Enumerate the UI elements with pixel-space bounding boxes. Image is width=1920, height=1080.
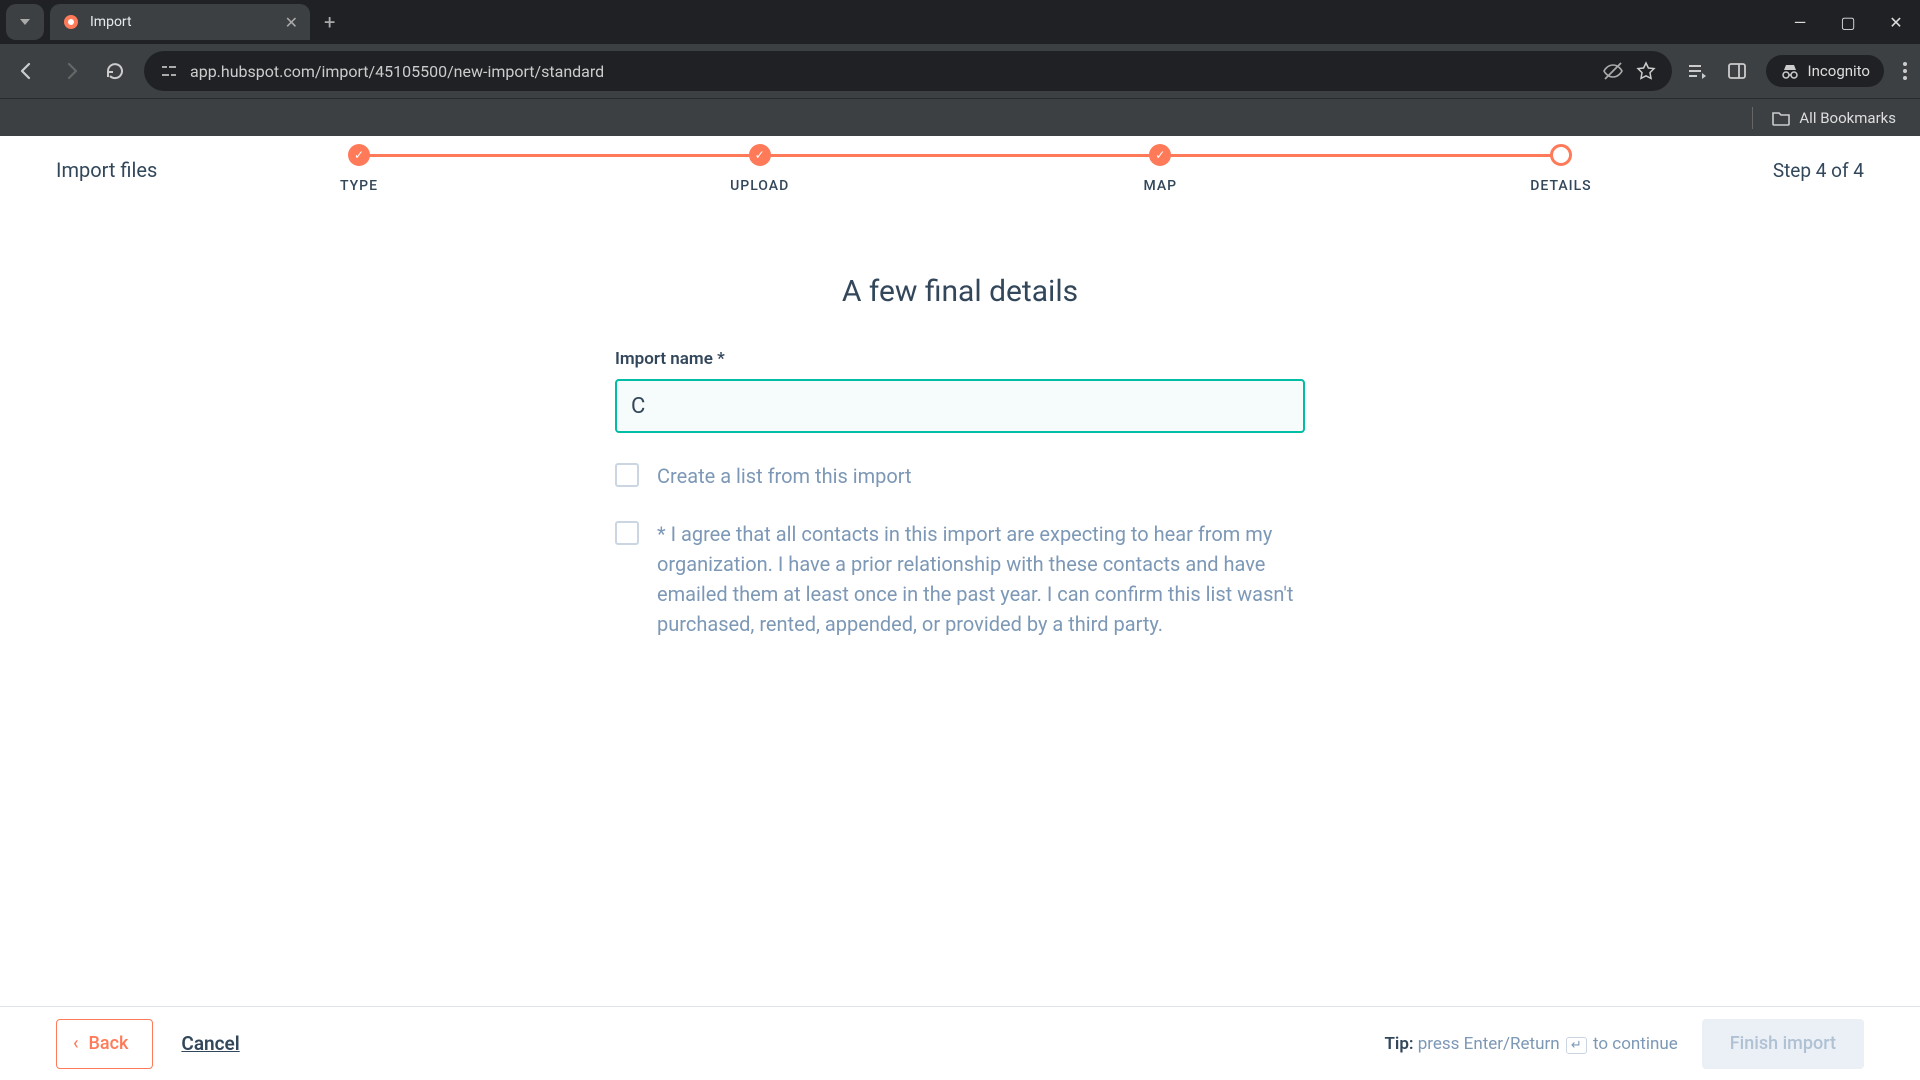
create-list-checkbox[interactable] bbox=[615, 463, 639, 487]
tab-search-button[interactable] bbox=[6, 4, 44, 40]
form-container: A few final details Import name * Create… bbox=[615, 274, 1305, 639]
new-tab-button[interactable]: + bbox=[310, 4, 349, 40]
step-indicator: Step 4 of 4 bbox=[1773, 159, 1864, 182]
bookmark-star-icon[interactable] bbox=[1636, 61, 1656, 81]
step-details: DETAILS bbox=[1547, 144, 1575, 194]
reload-button[interactable] bbox=[100, 56, 130, 86]
maximize-window-button[interactable]: ▢ bbox=[1824, 0, 1872, 44]
progress-stepper: ✓ TYPE ✓ UPLOAD ✓ MAP DETAILS bbox=[345, 144, 1575, 204]
consent-row: * I agree that all contacts in this impo… bbox=[615, 519, 1305, 639]
step-label: MAP bbox=[1144, 178, 1178, 194]
step-current-icon bbox=[1550, 144, 1572, 166]
tab-title: Import bbox=[90, 14, 132, 30]
step-map: ✓ MAP bbox=[1146, 144, 1174, 194]
step-label: DETAILS bbox=[1530, 178, 1591, 194]
tip-text-2: to continue bbox=[1589, 1034, 1678, 1054]
consent-checkbox[interactable] bbox=[615, 521, 639, 545]
tip-bold: Tip: bbox=[1384, 1034, 1413, 1054]
chevron-left-icon: ‹ bbox=[73, 1033, 79, 1054]
browser-tab-strip: Import ✕ + — ▢ ✕ bbox=[0, 0, 1920, 44]
address-bar[interactable]: app.hubspot.com/import/45105500/new-impo… bbox=[144, 51, 1672, 91]
close-tab-icon[interactable]: ✕ bbox=[285, 13, 298, 32]
step-label: TYPE bbox=[340, 178, 378, 194]
eye-off-icon[interactable] bbox=[1602, 60, 1624, 82]
minimize-window-button[interactable]: — bbox=[1776, 0, 1824, 44]
bookmarks-bar: All Bookmarks bbox=[0, 98, 1920, 136]
step-check-icon: ✓ bbox=[749, 144, 771, 166]
back-label: Back bbox=[89, 1033, 129, 1054]
divider bbox=[1752, 107, 1753, 129]
back-button[interactable] bbox=[12, 56, 42, 86]
consent-label: * I agree that all contacts in this impo… bbox=[657, 519, 1305, 639]
forward-button[interactable] bbox=[56, 56, 86, 86]
finish-import-button[interactable]: Finish import bbox=[1702, 1019, 1864, 1069]
site-info-icon[interactable] bbox=[160, 62, 178, 80]
incognito-icon bbox=[1780, 61, 1800, 81]
footer-bar: ‹ Back Cancel Tip: press Enter/Return ↵ … bbox=[0, 1006, 1920, 1080]
step-upload: ✓ UPLOAD bbox=[746, 144, 774, 194]
import-name-label: Import name * bbox=[615, 349, 1305, 369]
step-label: UPLOAD bbox=[730, 178, 789, 194]
hubspot-favicon-icon bbox=[62, 13, 80, 31]
back-button[interactable]: ‹ Back bbox=[56, 1019, 153, 1069]
folder-icon bbox=[1771, 109, 1791, 127]
browser-tab[interactable]: Import ✕ bbox=[50, 4, 310, 40]
browser-menu-icon[interactable] bbox=[1902, 60, 1908, 82]
all-bookmarks-button[interactable]: All Bookmarks bbox=[1771, 109, 1896, 127]
step-check-icon: ✓ bbox=[1149, 144, 1171, 166]
incognito-badge[interactable]: Incognito bbox=[1766, 55, 1884, 87]
create-list-label: Create a list from this import bbox=[657, 461, 912, 491]
media-control-icon[interactable] bbox=[1686, 60, 1708, 82]
import-name-input[interactable] bbox=[615, 379, 1305, 433]
create-list-row: Create a list from this import bbox=[615, 461, 1305, 491]
url-text: app.hubspot.com/import/45105500/new-impo… bbox=[190, 62, 1590, 81]
incognito-label: Incognito bbox=[1808, 62, 1870, 80]
enter-key-icon: ↵ bbox=[1566, 1037, 1587, 1054]
step-check-icon: ✓ bbox=[348, 144, 370, 166]
side-panel-icon[interactable] bbox=[1726, 60, 1748, 82]
step-type: ✓ TYPE bbox=[345, 144, 373, 194]
cancel-button[interactable]: Cancel bbox=[181, 1032, 239, 1055]
browser-toolbar: app.hubspot.com/import/45105500/new-impo… bbox=[0, 44, 1920, 98]
page-title: Import files bbox=[56, 158, 157, 182]
tip-text: press Enter/Return bbox=[1414, 1034, 1564, 1054]
close-window-button[interactable]: ✕ bbox=[1872, 0, 1920, 44]
form-heading: A few final details bbox=[615, 274, 1305, 309]
footer-tip: Tip: press Enter/Return ↵ to continue bbox=[1384, 1034, 1677, 1054]
all-bookmarks-label: All Bookmarks bbox=[1799, 109, 1896, 127]
chevron-down-icon bbox=[20, 19, 30, 25]
